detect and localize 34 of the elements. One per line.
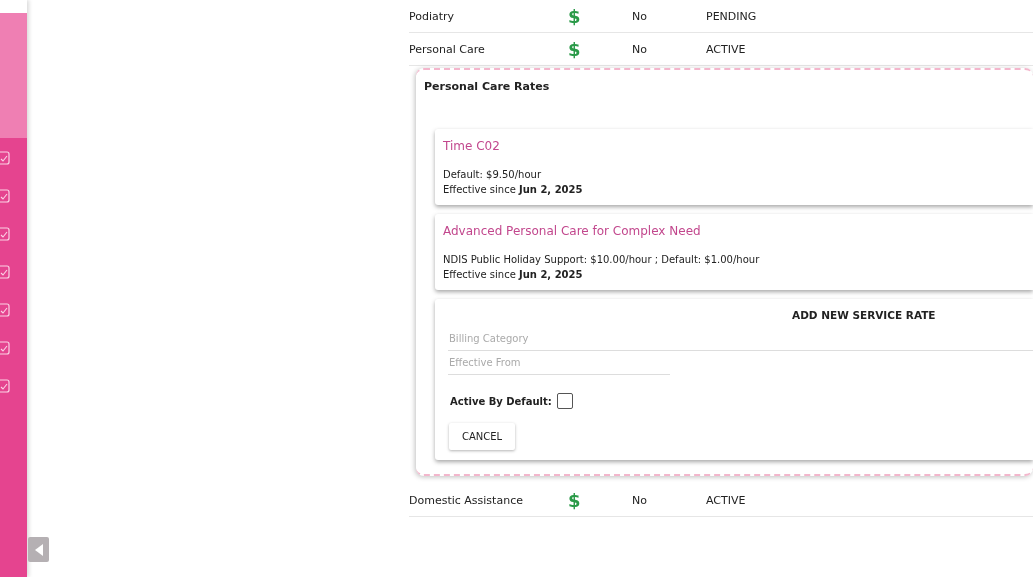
- checkbox-icon[interactable]: [0, 265, 10, 279]
- sidebar-header: [0, 0, 27, 13]
- checkbox-icon[interactable]: [0, 227, 10, 241]
- checkbox-icon[interactable]: [0, 341, 10, 355]
- rate-name: Time C02: [443, 139, 501, 153]
- rate-name: Advanced Personal Care for Complex Need: [443, 224, 702, 238]
- dollar-sign: $: [568, 38, 581, 60]
- service-name: Domestic Assistance: [409, 493, 524, 507]
- checkbox-icon[interactable]: [0, 151, 10, 165]
- checkbox-icon[interactable]: [0, 379, 10, 393]
- left-triangle-icon: [33, 542, 44, 557]
- effective-date: Effective since Jun 2, 2025: [443, 268, 584, 282]
- dollar-sign: $: [568, 5, 581, 27]
- collapse-button[interactable]: [28, 537, 49, 562]
- status-label: ACTIVE: [706, 42, 746, 56]
- rate-details: NDIS Public Holiday Support: $10.00/hour ; Default: $1.00/hour: [443, 253, 761, 267]
- table-cell-text: No: [632, 42, 648, 56]
- dollar-sign: $: [568, 489, 581, 511]
- effective-date: Effective since Jun 2, 2025: [443, 183, 584, 197]
- status-label: PENDING: [706, 9, 757, 23]
- rate-details: Default: $9.50/hour: [443, 168, 542, 182]
- service-name: Personal Care: [409, 42, 486, 56]
- service-name: Podiatry: [409, 9, 456, 23]
- table-cell-text: No: [632, 9, 648, 23]
- checkbox-icon[interactable]: [0, 189, 10, 203]
- cancel-button[interactable]: CANCEL: [449, 423, 516, 450]
- panel-title: Personal Care Rates: [424, 80, 551, 93]
- status-label: ACTIVE: [706, 493, 746, 507]
- table-cell-text: No: [632, 493, 648, 507]
- checkbox-icon[interactable]: [0, 303, 10, 317]
- checkbox[interactable]: [556, 393, 573, 409]
- billing-category-field[interactable]: Billing Category: [448, 327, 1033, 351]
- checkbox-label: Active By Default:: [450, 395, 552, 407]
- form-title: ADD NEW SERVICE RATE: [792, 309, 936, 321]
